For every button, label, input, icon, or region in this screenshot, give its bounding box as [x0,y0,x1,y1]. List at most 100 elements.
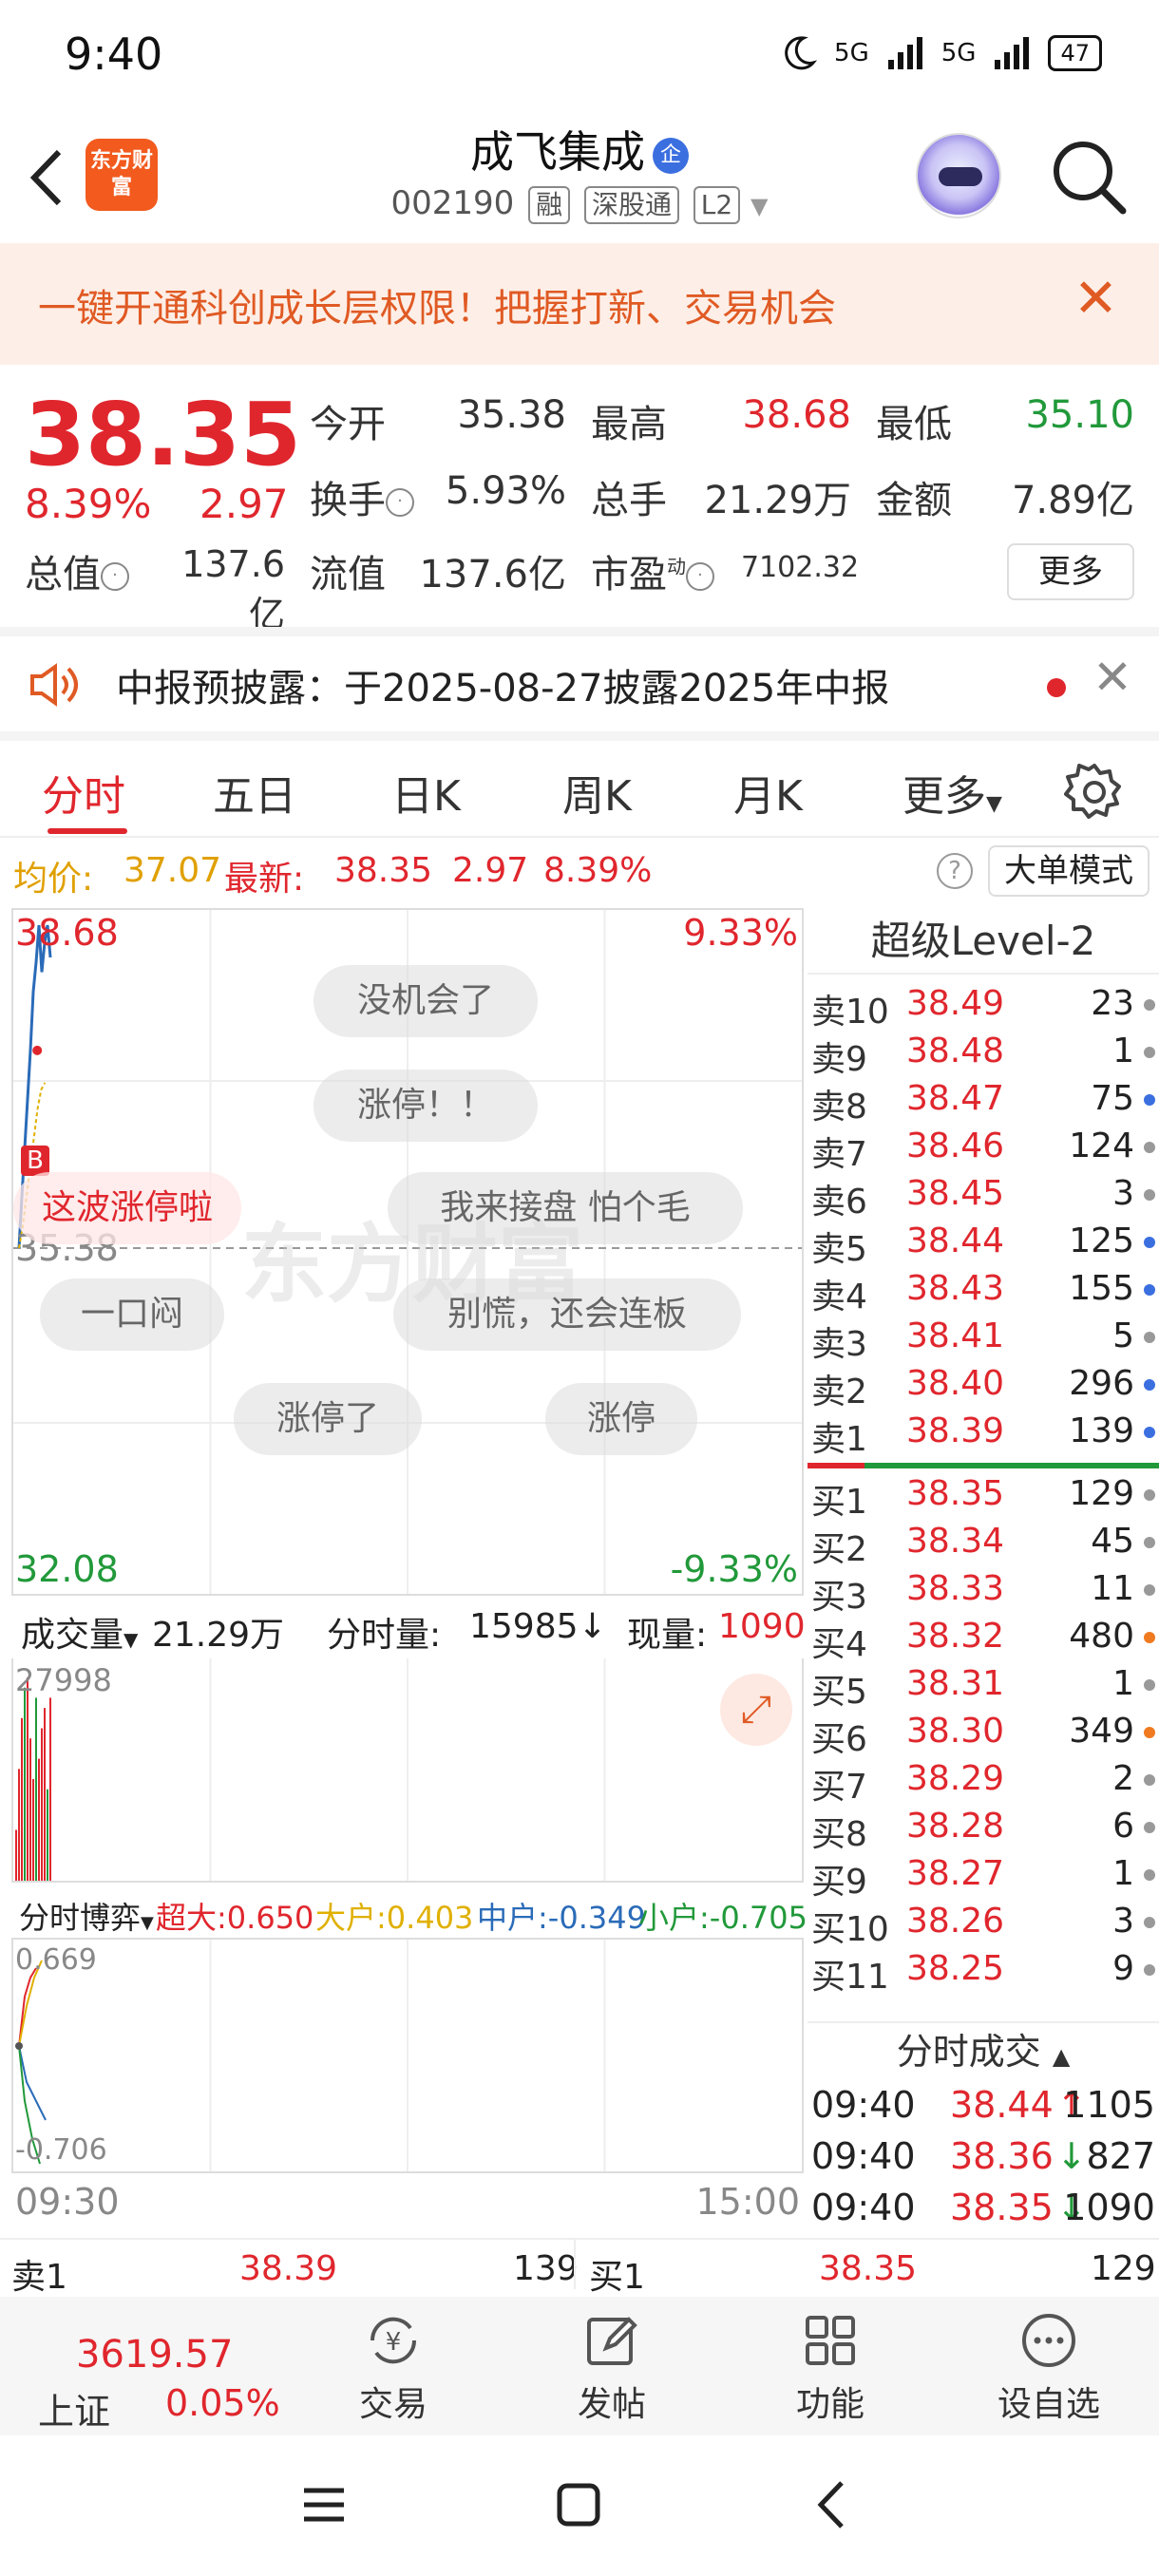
nav-add-watchlist[interactable]: 设自选 [973,2302,1125,2430]
nav-functions[interactable]: 功能 [754,2302,906,2430]
order-book-row[interactable]: 卖2 38.40 296 [808,1364,1159,1413]
level-label: 卖9 [811,1040,867,1079]
danmu-bubble: 涨停 [545,1383,697,1455]
price-summary-row: 均价: 37.07 最新: 38.35 2.97 8.39% ? 大单模式 [0,840,1159,908]
tick-price: 38.44 [950,2084,1054,2126]
tick-price: 38.36 [950,2135,1054,2177]
volume-bar [44,1708,46,1881]
current-price: 38.35 [25,384,302,485]
volume-dropdown[interactable]: 成交量▼ [21,1607,138,1657]
level-label: 买3 [811,1578,867,1617]
pe-label: 市盈动 · [591,543,714,598]
super-value: 0.650 [226,1900,314,1936]
order-book-row[interactable]: 卖7 38.46 124 [808,1127,1159,1176]
order-book[interactable]: 超级Level-2 卖10 38.49 23 卖9 38.48 1 卖8 38.47 75 卖7 3… [808,908,1159,2029]
order-book-row[interactable]: 买5 38.31 1 [808,1664,1159,1714]
tab-week-k[interactable]: 周K [562,762,632,823]
status-icons: 5G 5G 47 [779,34,1102,72]
low-label: 最低 [876,403,952,446]
fen-volume-value: 15985↓ [469,1607,607,1646]
order-book-row[interactable]: 卖8 38.47 75 [808,1079,1159,1128]
tab-timeshare[interactable]: 分时 [42,762,125,823]
level-price: 38.28 [906,1807,1005,1846]
fund-flow-chart[interactable]: 0.669 -0.706 [11,1938,804,2173]
chevron-down-icon: ▼ [986,792,1002,816]
robot-avatar-icon[interactable] [916,133,1001,218]
mid-value: -0.349 [547,1900,646,1936]
order-book-row[interactable]: 买9 38.27 1 [808,1854,1159,1904]
notice-bar[interactable]: 中报预披露：于2025-08-27披露2025年中报 ✕ [0,627,1159,731]
last-percent: 8.39% [543,851,653,890]
close-icon[interactable]: ✕ [1074,268,1118,330]
fund-dropdown[interactable]: 分时博弈▼ [19,1894,154,1938]
promo-text: 一键开通科创成长层权限！把握打新、交易机会 [38,287,836,331]
order-book-row[interactable]: 买2 38.34 45 [808,1522,1159,1571]
order-book-row[interactable]: 卖1 38.39 139 [808,1411,1159,1461]
order-book-row[interactable]: 卖10 38.49 23 [808,984,1159,1033]
order-book-row[interactable]: 买4 38.32 480 [808,1617,1159,1666]
level-dot [1144,1537,1155,1548]
expand-icon[interactable]: ⤢ [720,1674,792,1746]
info-icon[interactable]: · [686,562,714,591]
order-book-row[interactable]: 卖5 38.44 125 [808,1222,1159,1271]
more-button[interactable]: 更多 [1007,543,1134,600]
volume-chart[interactable]: 27998 ⤢ [11,1658,804,1883]
tab-more[interactable]: 更多▼ [902,762,1002,823]
level-label: 卖3 [811,1325,867,1364]
order-book-row[interactable]: 买8 38.28 6 [808,1807,1159,1856]
promo-banner[interactable]: 一键开通科创成长层权限！把握打新、交易机会 ✕ [0,243,1159,365]
close-icon[interactable]: ✕ [1092,650,1132,705]
level-price: 38.46 [906,1127,1005,1165]
order-book-row[interactable]: 卖9 38.48 1 [808,1032,1159,1081]
level-price: 38.44 [906,1222,1005,1260]
order-book-row[interactable]: 买1 38.35 129 [808,1474,1159,1524]
home-icon[interactable] [555,2481,602,2529]
tab-five-day[interactable]: 五日 [213,762,296,823]
order-book-row[interactable]: 买6 38.30 349 [808,1712,1159,1761]
order-book-row[interactable]: 买11 38.25 9 [808,1949,1159,1998]
order-book-row[interactable]: 买7 38.29 2 [808,1759,1159,1809]
order-book-row[interactable]: 卖6 38.45 3 [808,1174,1159,1223]
tab-month-k[interactable]: 月K [733,762,803,823]
dropdown-icon[interactable]: ▼ [750,193,768,219]
level-dot [1144,999,1155,1011]
level-volume: 11 [1091,1569,1134,1608]
tab-underline [48,828,127,834]
tick-trades-title[interactable]: 分时成交 ▲ [808,2021,1159,2078]
notice-text: 中报预披露：于2025-08-27披露2025年中报 [116,667,890,710]
order-book-row[interactable]: 卖3 38.41 5 [808,1316,1159,1366]
level-price: 38.32 [906,1617,1005,1656]
tick-time: 09:40 [811,2135,916,2177]
index-ticker[interactable]: 3619.57 上证 0.05% [28,2306,314,2433]
order-book-row[interactable]: 买3 38.33 11 [808,1569,1159,1619]
back-nav-icon[interactable] [809,2479,857,2530]
menu-icon[interactable] [300,2481,348,2529]
high-value: 38.68 [742,393,851,437]
tab-day-k[interactable]: 日K [391,762,461,823]
info-icon[interactable]: · [101,562,129,591]
order-book-row[interactable]: 卖4 38.43 155 [808,1269,1159,1318]
gear-icon[interactable] [1064,762,1125,823]
network-5g-label-2: 5G [940,39,977,67]
info-icon[interactable]: · [386,488,414,517]
timeshare-chart[interactable]: 东方财富 38.68 9.33% 35.38 32.08 -9.33% B 没机… [11,908,804,1596]
svg-text:¥: ¥ [386,2328,402,2357]
level-dot [1144,1189,1155,1201]
search-icon[interactable] [1049,137,1129,217]
tag-margin: 融 [528,186,571,224]
amount-label: 金额 [876,479,952,522]
big-order-mode-button[interactable]: 大单模式 [988,845,1150,897]
bottom-nav: 3619.57 上证 0.05% ¥ 交易 发帖 功能 设自选 [0,2297,1159,2435]
nav-trade[interactable]: ¥ 交易 [317,2302,469,2430]
level-label: 买6 [811,1720,867,1759]
tick-trades[interactable]: 分时成交 ▲ 09:40 38.44 ↑ 1105 09:40 38.36 ↓ 827 09:4… [808,2021,1159,2240]
fund-flow-header: 分时博弈▼ 超大:0.650 大户:0.403 中户:-0.349 小户:-0.… [11,1885,808,1938]
help-icon[interactable]: ? [937,853,973,889]
order-book-row[interactable]: 买10 38.26 3 [808,1902,1159,1951]
time-axis: 09:30 15:00 [11,2175,804,2232]
nav-functions-label: 功能 [795,2385,864,2424]
nav-post[interactable]: 发帖 [536,2302,688,2430]
level-dot [1144,1632,1155,1643]
level-label: 卖4 [811,1278,867,1316]
level-volume: 6 [1112,1807,1134,1846]
